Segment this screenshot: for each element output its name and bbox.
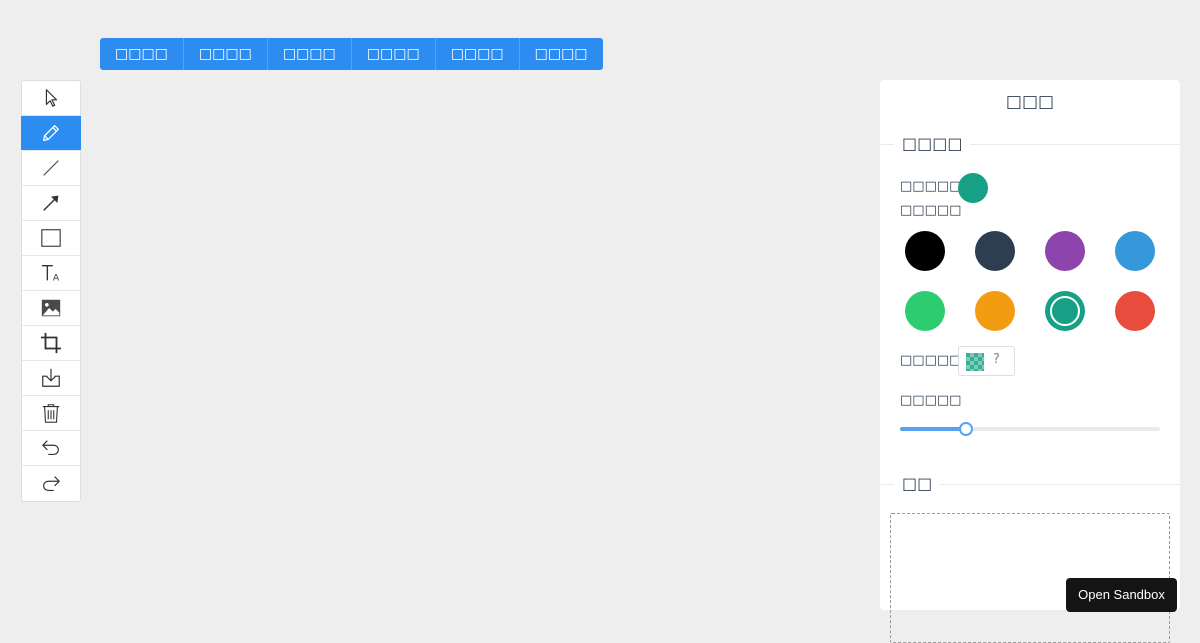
color-swatch[interactable]	[975, 231, 1015, 271]
menu-item-3[interactable]: □□□□	[268, 38, 352, 70]
color-swatch[interactable]	[905, 291, 945, 331]
menu-item-2[interactable]: □□□□	[184, 38, 268, 70]
layer-section-title: □□	[894, 473, 941, 495]
slider-fill	[900, 427, 965, 431]
tool-palette: A	[21, 80, 81, 502]
color-section-title: □□□□	[894, 133, 971, 155]
menu-item-1[interactable]: □□□□	[100, 38, 184, 70]
download-icon	[42, 368, 60, 387]
current-color-indicator	[958, 173, 988, 203]
panel-title: □□□	[1005, 92, 1055, 112]
crop-tool-button[interactable]	[22, 326, 80, 361]
color-swatch[interactable]	[1045, 291, 1085, 331]
redo-tool-button[interactable]	[22, 466, 80, 501]
properties-panel: □□□ □□□□ □□□□□ □□□□□ □□□□□□ ? □□□□□ □□	[880, 80, 1180, 643]
color-swatch[interactable]	[1115, 291, 1155, 331]
redo-icon	[43, 475, 60, 491]
color-section-divider: □□□□	[880, 133, 1180, 155]
stroke-width-slider[interactable]	[900, 422, 1160, 436]
pencil-icon	[43, 125, 59, 141]
rectangle-tool-button[interactable]	[22, 221, 80, 256]
image-icon	[41, 299, 61, 317]
color-swatch[interactable]	[1115, 231, 1155, 271]
preset-colors-label: □□□□□	[900, 203, 962, 218]
pointer-icon	[45, 89, 58, 107]
dropdown-arrow-icon: ?	[993, 352, 1000, 367]
color-swatch[interactable]	[905, 231, 945, 271]
arrow-icon	[43, 195, 59, 211]
undo-tool-button[interactable]	[22, 431, 80, 466]
download-tool-button[interactable]	[22, 361, 80, 396]
rectangle-icon	[41, 229, 61, 247]
image-tool-button[interactable]	[22, 291, 80, 326]
pencil-tool-button[interactable]	[21, 116, 81, 151]
top-menu-bar: □□□□ □□□□ □□□□ □□□□ □□□□ □□□□	[100, 38, 603, 70]
color-preview-chip	[966, 353, 984, 371]
select-tool-button[interactable]	[22, 81, 80, 116]
trash-icon	[42, 404, 60, 423]
menu-item-5[interactable]: □□□□	[436, 38, 520, 70]
stroke-width-label: □□□□□	[900, 393, 962, 408]
crop-icon	[40, 332, 62, 354]
current-color-label: □□□□□	[900, 179, 962, 194]
color-swatch[interactable]	[1045, 231, 1085, 271]
layer-section-divider: □□	[880, 473, 1180, 495]
line-tool-button[interactable]	[22, 151, 80, 186]
open-sandbox-button[interactable]: Open Sandbox	[1066, 578, 1177, 612]
text-tool-button[interactable]: A	[22, 256, 80, 291]
undo-icon	[42, 440, 59, 456]
svg-text:A: A	[53, 272, 60, 283]
color-picker-dropdown[interactable]: ?	[958, 346, 1015, 376]
color-swatch[interactable]	[975, 291, 1015, 331]
line-icon	[43, 160, 59, 176]
menu-item-4[interactable]: □□□□	[352, 38, 436, 70]
delete-tool-button[interactable]	[22, 396, 80, 431]
menu-item-6[interactable]: □□□□	[520, 38, 603, 70]
slider-handle[interactable]	[959, 422, 973, 436]
text-icon: A	[41, 264, 60, 283]
arrow-tool-button[interactable]	[22, 186, 80, 221]
